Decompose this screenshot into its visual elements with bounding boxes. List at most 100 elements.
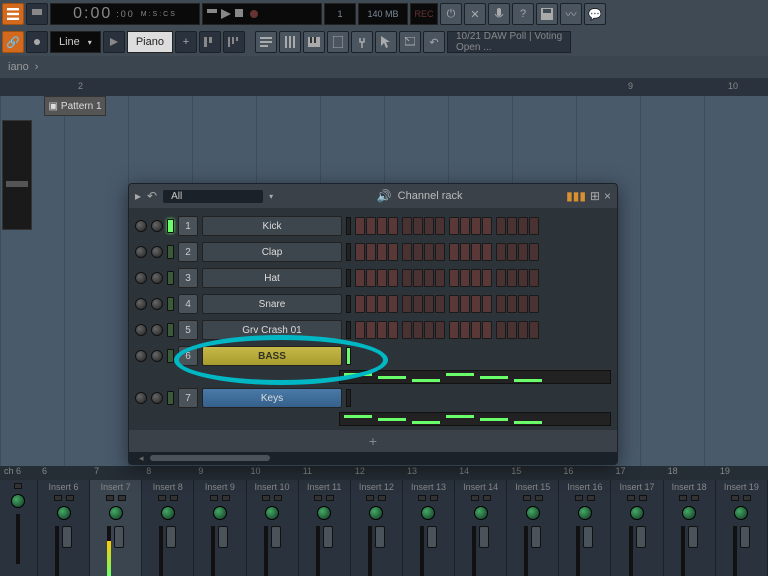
volume-knob[interactable] — [151, 324, 163, 336]
menu-arrow-icon[interactable]: ▸ — [135, 189, 141, 203]
step-button[interactable] — [482, 269, 492, 287]
pan-knob[interactable] — [369, 506, 383, 520]
step-button[interactable] — [377, 243, 387, 261]
panel-toggle-button[interactable] — [26, 3, 48, 25]
volume-fader[interactable] — [636, 526, 646, 548]
step-button[interactable] — [449, 321, 459, 339]
mixer-slot[interactable] — [731, 495, 739, 501]
main-menu-button[interactable] — [2, 3, 24, 25]
step-button[interactable] — [496, 321, 506, 339]
mute-led[interactable] — [167, 391, 174, 405]
step-button[interactable] — [355, 217, 365, 235]
step-button[interactable] — [377, 295, 387, 313]
pan-knob[interactable] — [135, 350, 147, 362]
step-button[interactable] — [496, 269, 506, 287]
mixer-slot[interactable] — [54, 495, 62, 501]
pattern-clip[interactable]: ▣Pattern 1 — [44, 96, 106, 116]
step-button[interactable] — [471, 321, 481, 339]
step-button[interactable] — [507, 321, 517, 339]
step-sequencer[interactable] — [355, 295, 542, 313]
step-button[interactable] — [482, 243, 492, 261]
step-button[interactable] — [518, 269, 528, 287]
mini-pianoroll[interactable] — [339, 370, 611, 384]
volume-fader[interactable] — [114, 526, 124, 548]
pan-knob[interactable] — [630, 506, 644, 520]
mixer-slot[interactable] — [314, 495, 322, 501]
volume-knob[interactable] — [151, 350, 163, 362]
step-sequencer[interactable] — [355, 321, 542, 339]
step-button[interactable] — [355, 243, 365, 261]
step-button[interactable] — [529, 269, 539, 287]
channel-name-button[interactable]: Grv Crash 01 — [202, 320, 342, 340]
stop-button[interactable] — [235, 9, 245, 19]
channel-name-button[interactable]: BASS — [202, 346, 342, 366]
mic-icon[interactable] — [488, 3, 510, 25]
link-icon[interactable]: 🔗 — [2, 31, 24, 53]
mixer-slot[interactable] — [274, 495, 282, 501]
chevron-down-icon[interactable]: ▾ — [269, 192, 273, 201]
channel-number[interactable]: 3 — [178, 268, 198, 288]
about-icon[interactable]: 💬 — [584, 3, 606, 25]
channel-number[interactable]: 1 — [178, 216, 198, 236]
mute-led[interactable] — [167, 219, 174, 233]
mixer-track[interactable]: Insert 6 — [38, 480, 90, 576]
step-button[interactable] — [366, 321, 376, 339]
pan-knob[interactable] — [317, 506, 331, 520]
mini-pianoroll[interactable] — [339, 412, 611, 426]
volume-fader[interactable] — [271, 526, 281, 548]
volume-fader[interactable] — [375, 526, 385, 548]
step-button[interactable] — [435, 295, 445, 313]
pan-knob[interactable] — [109, 506, 123, 520]
mixer-slot[interactable] — [523, 495, 531, 501]
metronome-icon[interactable]: ✕ — [464, 3, 486, 25]
mixer-track[interactable]: Insert 11 — [299, 480, 351, 576]
tool-1[interactable] — [199, 31, 221, 53]
channel-name-button[interactable]: Keys — [202, 388, 342, 408]
step-button[interactable] — [460, 243, 470, 261]
pan-knob[interactable] — [135, 220, 147, 232]
mixer-slot[interactable] — [430, 495, 438, 501]
channel-number[interactable]: 6 — [178, 346, 198, 366]
step-button[interactable] — [388, 217, 398, 235]
mixer-slot[interactable] — [158, 495, 166, 501]
step-button[interactable] — [355, 321, 365, 339]
channel-name-button[interactable]: Kick — [202, 216, 342, 236]
mixer-slot[interactable] — [587, 495, 595, 501]
news-panel[interactable]: 10/21 DAW Poll | Voting Open ... — [447, 31, 571, 53]
render-icon[interactable]: 〰 — [560, 3, 582, 25]
step-button[interactable] — [518, 217, 528, 235]
volume-fader[interactable] — [62, 526, 72, 548]
mixer-track[interactable]: Insert 18 — [664, 480, 716, 576]
step-button[interactable] — [413, 295, 423, 313]
save-icon[interactable] — [536, 3, 558, 25]
step-button[interactable] — [388, 243, 398, 261]
step-button[interactable] — [507, 295, 517, 313]
step-grid-icon[interactable]: ⊞ — [590, 189, 600, 203]
mixer-slot[interactable] — [483, 495, 491, 501]
step-button[interactable] — [460, 321, 470, 339]
step-button[interactable] — [366, 269, 376, 287]
tool-undo[interactable]: ↶ — [423, 31, 445, 53]
step-button[interactable] — [366, 295, 376, 313]
mixer-track[interactable]: Insert 17 — [611, 480, 663, 576]
step-button[interactable] — [388, 269, 398, 287]
browser-button[interactable] — [327, 31, 349, 53]
volume-fader[interactable] — [531, 526, 541, 548]
step-button[interactable] — [529, 243, 539, 261]
mute-led[interactable] — [167, 245, 174, 259]
volume-fader[interactable] — [323, 526, 333, 548]
mixer-slot[interactable] — [743, 495, 751, 501]
step-button[interactable] — [471, 295, 481, 313]
mixer-track[interactable]: Insert 16 — [559, 480, 611, 576]
mixer-slot[interactable] — [575, 495, 583, 501]
song-position[interactable]: 1 — [324, 3, 356, 25]
channel-number[interactable]: 5 — [178, 320, 198, 340]
step-button[interactable] — [482, 295, 492, 313]
mixer-slot[interactable] — [627, 495, 635, 501]
volume-knob[interactable] — [151, 272, 163, 284]
pan-knob[interactable] — [213, 506, 227, 520]
step-button[interactable] — [402, 321, 412, 339]
step-button[interactable] — [496, 243, 506, 261]
time-display[interactable]: 0:00:00 M:S:CS — [50, 3, 200, 25]
clip-preview[interactable] — [2, 120, 32, 230]
